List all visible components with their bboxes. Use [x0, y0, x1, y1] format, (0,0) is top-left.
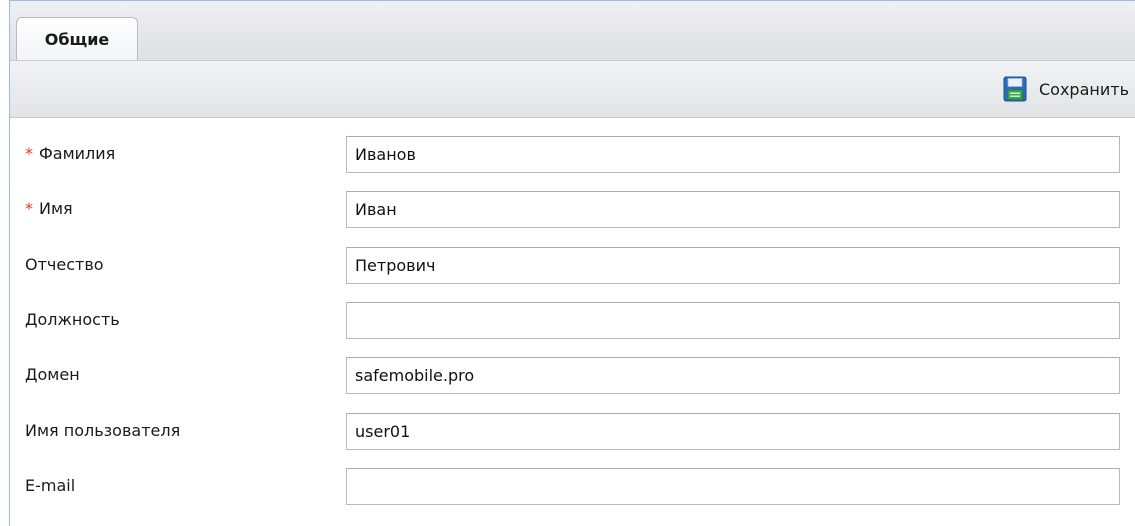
- save-button-label: Сохранить: [1039, 79, 1129, 99]
- tab-strip: Общие: [10, 1, 1135, 60]
- username-input[interactable]: [346, 413, 1120, 450]
- form-row-username: Имя пользователя: [10, 410, 1135, 450]
- toolbar: Сохранить: [10, 60, 1135, 118]
- domain-input[interactable]: [346, 357, 1120, 394]
- username-label: Имя пользователя: [25, 421, 181, 440]
- middle-name-input[interactable]: [346, 247, 1120, 284]
- user-edit-panel: Общие Сохранить * Фамилия * Имя Отчество: [9, 0, 1135, 526]
- position-label: Должность: [25, 310, 120, 329]
- form-row-middle-name: Отчество: [10, 244, 1135, 284]
- save-button[interactable]: Сохранить: [1003, 74, 1129, 104]
- form-row-position: Должность: [10, 299, 1135, 339]
- required-marker: *: [25, 199, 33, 218]
- last-name-label: * Фамилия: [25, 144, 115, 163]
- email-input[interactable]: [346, 468, 1120, 505]
- tab-general[interactable]: Общие: [16, 17, 138, 60]
- email-label: E-mail: [25, 476, 76, 495]
- tab-general-label: Общие: [44, 29, 110, 49]
- first-name-label: * Имя: [25, 199, 73, 218]
- domain-label: Домен: [25, 365, 80, 384]
- last-name-label-text: Фамилия: [39, 144, 116, 163]
- required-marker: *: [25, 144, 33, 163]
- form-row-last-name: * Фамилия: [10, 133, 1135, 173]
- last-name-input[interactable]: [346, 136, 1120, 173]
- position-input[interactable]: [346, 302, 1120, 339]
- first-name-label-text: Имя: [39, 199, 73, 218]
- middle-name-label: Отчество: [25, 255, 104, 274]
- form-row-domain: Домен: [10, 354, 1135, 394]
- form-row-email: E-mail: [10, 465, 1135, 505]
- first-name-input[interactable]: [346, 191, 1120, 228]
- user-form: * Фамилия * Имя Отчество Должность Домен И…: [10, 118, 1135, 526]
- form-row-first-name: * Имя: [10, 188, 1135, 228]
- floppy-disk-icon: [1003, 76, 1027, 102]
